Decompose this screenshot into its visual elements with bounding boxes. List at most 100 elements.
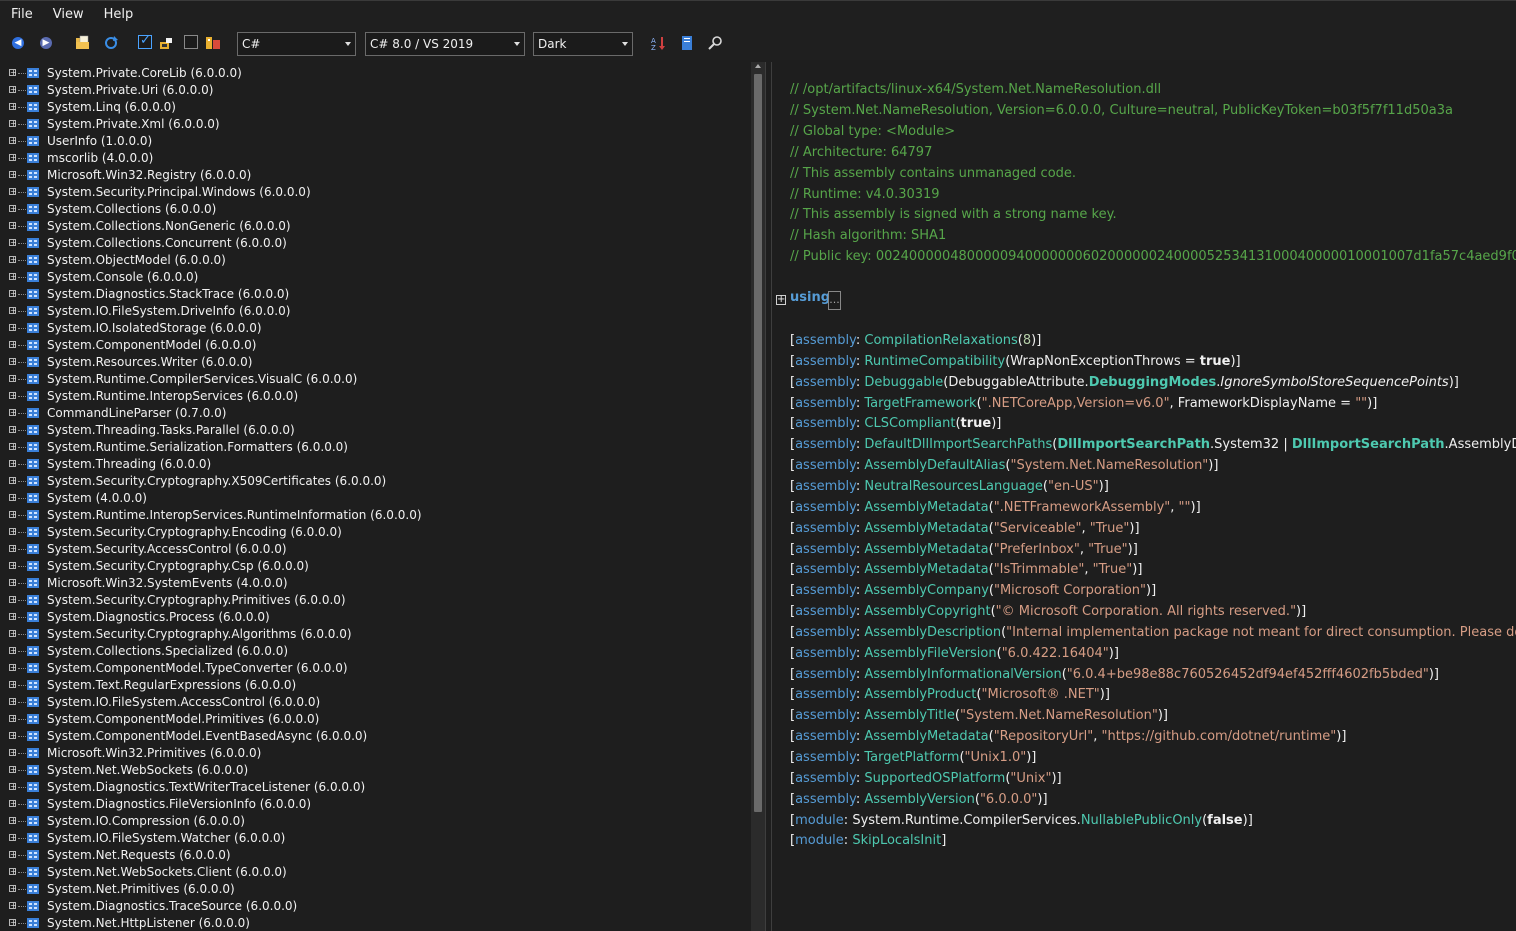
language-select[interactable]: C#: [237, 32, 356, 56]
expand-icon[interactable]: +: [9, 426, 17, 434]
code-token[interactable]: TargetFramework: [864, 396, 976, 411]
show-internal-checkbox[interactable]: ✓: [138, 33, 152, 49]
code-token[interactable]: CLSCompliant: [864, 416, 955, 431]
reload-button[interactable]: [102, 34, 120, 52]
expand-icon[interactable]: +: [9, 715, 17, 723]
expand-icon[interactable]: +: [9, 817, 17, 825]
expand-icon[interactable]: +: [9, 494, 17, 502]
expand-icon[interactable]: +: [9, 375, 17, 383]
expand-icon[interactable]: +: [9, 868, 17, 876]
code-token[interactable]: AssemblyDefaultAlias: [864, 458, 1005, 473]
code-token[interactable]: DllImportSearchPath: [1057, 437, 1210, 452]
expand-icon[interactable]: +: [9, 749, 17, 757]
code-token[interactable]: TargetPlatform: [864, 750, 959, 765]
expand-icon[interactable]: +: [9, 188, 17, 196]
expand-icon[interactable]: +: [9, 647, 17, 655]
expand-icon[interactable]: +: [9, 154, 17, 162]
code-token[interactable]: AssemblyFileVersion: [864, 646, 996, 661]
code-token[interactable]: NeutralResourcesLanguage: [864, 479, 1043, 494]
menu-view[interactable]: View: [42, 7, 93, 22]
code-token[interactable]: DebuggingModes: [1089, 375, 1217, 390]
code-token[interactable]: DefaultDllImportSearchPaths: [864, 437, 1052, 452]
expand-icon[interactable]: +: [9, 256, 17, 264]
sort-button[interactable]: AZ: [649, 34, 667, 52]
expand-icon[interactable]: +: [9, 239, 17, 247]
expand-icon[interactable]: +: [9, 392, 17, 400]
expand-icon[interactable]: +: [9, 698, 17, 706]
code-token[interactable]: AssemblyCopyright: [864, 604, 990, 619]
expand-icon[interactable]: +: [9, 800, 17, 808]
expand-icon[interactable]: +: [9, 273, 17, 281]
menu-help[interactable]: Help: [93, 7, 143, 22]
assembly-tree[interactable]: + System.Private.CoreLib (6.0.0.0) + System…: [0, 62, 751, 931]
theme-select[interactable]: Dark: [533, 32, 633, 56]
expand-icon[interactable]: +: [9, 205, 17, 213]
code-token[interactable]: SupportedOSPlatform: [864, 771, 1005, 786]
expand-icon[interactable]: +: [9, 222, 17, 230]
language-version-select[interactable]: C# 8.0 / VS 2019: [365, 32, 525, 56]
code-token[interactable]: RuntimeCompatibility: [864, 354, 1005, 369]
menu-file[interactable]: File: [0, 7, 42, 22]
expand-icon[interactable]: +: [9, 545, 17, 553]
expand-icon[interactable]: +: [9, 290, 17, 298]
code-token[interactable]: AssemblyVersion: [864, 792, 974, 807]
code-token[interactable]: DllImportSearchPath: [1292, 437, 1445, 452]
expand-icon[interactable]: +: [9, 511, 17, 519]
expand-icon[interactable]: +: [9, 341, 17, 349]
expand-icon[interactable]: +: [9, 630, 17, 638]
expand-icon[interactable]: +: [9, 477, 17, 485]
expand-icon[interactable]: +: [9, 69, 17, 77]
expand-using-icon[interactable]: +: [776, 295, 786, 305]
code-token[interactable]: AssemblyMetadata: [864, 542, 988, 557]
expand-icon[interactable]: +: [9, 885, 17, 893]
code-token[interactable]: AssemblyMetadata: [864, 562, 988, 577]
code-token[interactable]: AssemblyMetadata: [864, 500, 988, 515]
code-token[interactable]: SkipLocalsInit: [852, 833, 941, 848]
expand-icon[interactable]: +: [9, 851, 17, 859]
expand-icon[interactable]: +: [9, 460, 17, 468]
expand-icon[interactable]: +: [9, 103, 17, 111]
collapsed-using-block[interactable]: ...: [828, 291, 841, 310]
code-token[interactable]: AssemblyDescription: [864, 625, 1001, 640]
code-token[interactable]: NullablePublicOnly: [1081, 813, 1202, 828]
expand-icon[interactable]: +: [9, 86, 17, 94]
expand-icon[interactable]: +: [9, 732, 17, 740]
manage-lists-button[interactable]: [678, 34, 696, 52]
code-token[interactable]: Debuggable: [864, 375, 943, 390]
expand-icon[interactable]: +: [9, 562, 17, 570]
code-token[interactable]: AssemblyTitle: [864, 708, 955, 723]
scroll-thumb[interactable]: [754, 74, 762, 812]
expand-icon[interactable]: +: [9, 681, 17, 689]
expand-icon[interactable]: +: [9, 766, 17, 774]
expand-icon[interactable]: +: [9, 919, 17, 927]
code-view[interactable]: + using ... // /opt/artifacts/linux-x64/…: [771, 62, 1516, 931]
expand-icon[interactable]: +: [9, 358, 17, 366]
code-token[interactable]: AssemblyMetadata: [864, 521, 988, 536]
expand-icon[interactable]: +: [9, 137, 17, 145]
expand-icon[interactable]: +: [9, 613, 17, 621]
expand-icon[interactable]: +: [9, 120, 17, 128]
scroll-up-icon[interactable]: [755, 64, 761, 68]
expand-icon[interactable]: +: [9, 579, 17, 587]
show-all-checkbox[interactable]: [184, 35, 198, 49]
expand-icon[interactable]: +: [9, 902, 17, 910]
expand-icon[interactable]: +: [9, 664, 17, 672]
back-button[interactable]: ◀: [9, 34, 27, 52]
forward-button[interactable]: ▶: [37, 34, 55, 52]
expand-icon[interactable]: +: [9, 171, 17, 179]
code-token[interactable]: AssemblyCompany: [864, 583, 989, 598]
expand-icon[interactable]: +: [9, 596, 17, 604]
code-token[interactable]: AssemblyInformationalVersion: [864, 667, 1061, 682]
expand-icon[interactable]: +: [9, 307, 17, 315]
expand-icon[interactable]: +: [9, 528, 17, 536]
expand-icon[interactable]: +: [9, 783, 17, 791]
open-file-button[interactable]: [74, 34, 92, 52]
code-token[interactable]: AssemblyMetadata: [864, 729, 988, 744]
show-internal-api-button[interactable]: [157, 34, 175, 52]
expand-icon[interactable]: +: [9, 834, 17, 842]
code-token[interactable]: CompilationRelaxations: [864, 333, 1017, 348]
expand-icon[interactable]: +: [9, 443, 17, 451]
expand-icon[interactable]: +: [9, 324, 17, 332]
show-all-members-button[interactable]: [204, 34, 222, 52]
tree-scrollbar[interactable]: [751, 62, 765, 931]
